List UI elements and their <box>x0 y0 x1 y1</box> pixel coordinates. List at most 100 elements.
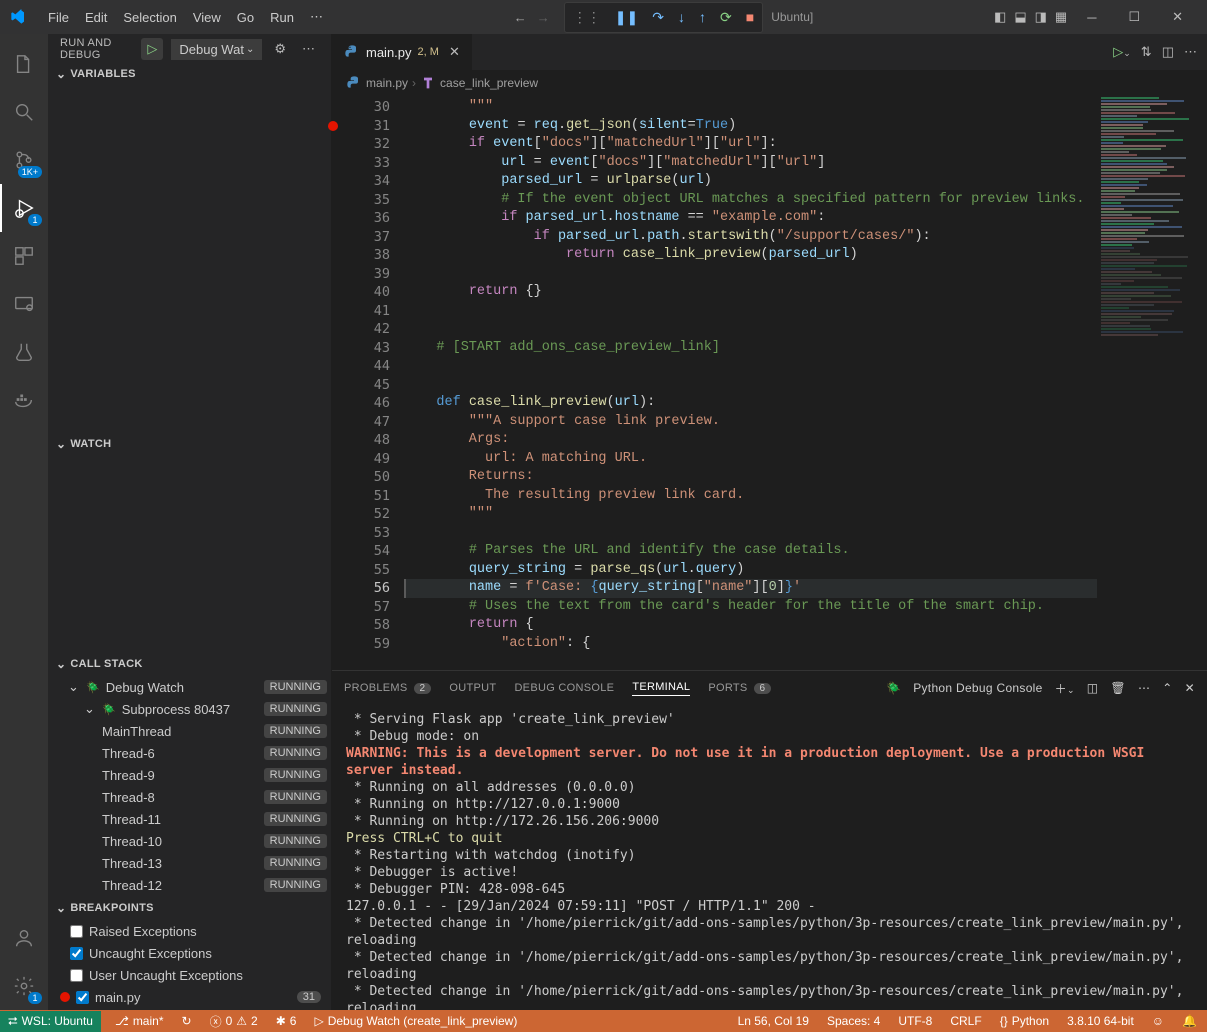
split-terminal-icon[interactable]: ◫ <box>1087 681 1099 695</box>
menu-view[interactable]: View <box>185 4 229 31</box>
watch-header[interactable]: ⌄WATCH <box>48 434 331 454</box>
code-content[interactable]: """ event = req.get_json(silent=True) if… <box>404 96 1097 670</box>
remote-explorer-icon[interactable] <box>0 280 48 328</box>
callstack-row[interactable]: MainThreadRUNNING <box>48 720 331 742</box>
run-play-icon[interactable]: ▷⌄ <box>1113 44 1131 60</box>
step-into-icon[interactable]: ↓ <box>674 5 689 29</box>
bottom-panel: PROBLEMS2 OUTPUT DEBUG CONSOLE TERMINAL … <box>332 670 1207 1010</box>
callstack-row[interactable]: Thread-13RUNNING <box>48 852 331 874</box>
layout-grid-icon[interactable]: ▦ <box>1055 9 1067 25</box>
close-icon[interactable]: ✕ <box>1160 3 1195 31</box>
callstack-row[interactable]: ⌄🪲Subprocess 80437RUNNING <box>48 698 331 720</box>
drag-handle-icon[interactable]: ⋮⋮ <box>569 5 605 30</box>
callstack-row[interactable]: ⌄🪲Debug WatchRUNNING <box>48 676 331 698</box>
callstack-row[interactable]: Thread-6RUNNING <box>48 742 331 764</box>
feedback-icon[interactable]: ☺ <box>1148 1014 1168 1028</box>
kill-terminal-icon[interactable]: 🗑 <box>1110 681 1126 695</box>
remote-indicator[interactable]: ⮂WSL: Ubuntu <box>0 1011 101 1032</box>
menu-run[interactable]: Run <box>262 4 302 31</box>
minimap[interactable] <box>1097 96 1207 670</box>
variables-header[interactable]: ⌄VARIABLES <box>48 64 331 84</box>
menu-file[interactable]: File <box>40 4 77 31</box>
run-debug-icon[interactable]: 1 <box>0 184 48 232</box>
extensions-icon[interactable] <box>0 232 48 280</box>
split-editor-icon[interactable]: ◫ <box>1162 44 1174 60</box>
code-editor[interactable]: 3031323334353637383940414243444546474849… <box>332 96 1207 670</box>
bp-raised[interactable]: Raised Exceptions <box>48 920 331 942</box>
lang-mode[interactable]: {}Python <box>996 1014 1053 1028</box>
panel-close-icon[interactable]: ✕ <box>1185 681 1195 695</box>
accounts-icon[interactable] <box>0 914 48 962</box>
step-out-icon[interactable]: ↑ <box>695 5 710 29</box>
more-icon[interactable]: ⋯ <box>298 39 319 59</box>
menu-edit[interactable]: Edit <box>77 4 115 31</box>
settings-gear-icon[interactable]: 1 <box>0 962 48 1010</box>
chevron-down-icon: ⌄ <box>246 44 254 55</box>
encoding[interactable]: UTF-8 <box>894 1014 936 1028</box>
minimize-icon[interactable]: ─ <box>1075 4 1108 31</box>
tab-more-icon[interactable]: ⋯ <box>1184 44 1197 60</box>
callstack-header[interactable]: ⌄CALL STACK <box>48 654 331 674</box>
menu-overflow-icon[interactable]: ⋯ <box>302 3 331 31</box>
callstack-row[interactable]: Thread-10RUNNING <box>48 830 331 852</box>
python-interpreter[interactable]: 3.8.10 64-bit <box>1063 1014 1138 1028</box>
callstack-row[interactable]: Thread-8RUNNING <box>48 786 331 808</box>
step-over-icon[interactable]: ↷ <box>648 5 668 30</box>
terminal-output[interactable]: * Serving Flask app 'create_link_preview… <box>332 705 1207 1010</box>
diff-icon[interactable]: ⇅ <box>1141 44 1152 60</box>
errors-warnings[interactable]: ⓧ0 ⚠2 <box>206 1013 262 1030</box>
docker-icon[interactable] <box>0 376 48 424</box>
tab-main-py[interactable]: main.py 2, M ✕ <box>332 34 473 70</box>
lint-status[interactable]: ✱6 <box>272 1014 301 1028</box>
nav-back-icon[interactable]: ← <box>514 10 527 25</box>
panel-more-icon[interactable]: ⋯ <box>1138 681 1150 695</box>
start-debug-icon[interactable]: ▷ <box>141 38 163 60</box>
restart-icon[interactable]: ⟳ <box>716 5 736 30</box>
menu-bar: FileEditSelectionViewGoRun <box>40 4 302 31</box>
search-icon[interactable] <box>0 88 48 136</box>
notifications-icon[interactable]: 🔔 <box>1178 1014 1201 1028</box>
bracket-icon: {} <box>1000 1014 1008 1028</box>
callstack-row[interactable]: Thread-9RUNNING <box>48 764 331 786</box>
menu-go[interactable]: Go <box>229 4 262 31</box>
layout-right-icon[interactable]: ◨ <box>1035 9 1047 25</box>
cursor-position[interactable]: Ln 56, Col 19 <box>734 1014 813 1028</box>
git-branch[interactable]: ⎇main* <box>111 1014 168 1028</box>
tab-output[interactable]: OUTPUT <box>449 682 496 694</box>
git-sync[interactable]: ↻ <box>178 1014 196 1028</box>
source-control-icon[interactable]: 1K+ <box>0 136 48 184</box>
stop-icon[interactable]: ■ <box>742 5 758 29</box>
variables-body <box>48 84 331 434</box>
explorer-icon[interactable] <box>0 40 48 88</box>
bp-uncaught[interactable]: Uncaught Exceptions <box>48 942 331 964</box>
bug-icon: 🪲 <box>886 681 901 695</box>
tab-debug-console[interactable]: DEBUG CONSOLE <box>514 682 614 694</box>
debug-config-select[interactable]: Debug Wat ⌄ <box>171 39 262 60</box>
pause-icon[interactable]: ❚❚ <box>611 5 642 30</box>
callstack-row[interactable]: Thread-12RUNNING <box>48 874 331 896</box>
tab-problems[interactable]: PROBLEMS2 <box>344 682 431 694</box>
indentation[interactable]: Spaces: 4 <box>823 1014 884 1028</box>
layout-bottom-icon[interactable]: ⬓ <box>1014 9 1026 25</box>
bp-file[interactable]: main.py31 <box>48 986 331 1008</box>
breadcrumb[interactable]: main.py › case_link_preview <box>332 70 1207 96</box>
tab-ports[interactable]: PORTS6 <box>708 682 771 694</box>
debug-target-status[interactable]: ▷Debug Watch (create_link_preview) <box>310 1014 521 1028</box>
layout-left-icon[interactable]: ◧ <box>994 9 1006 25</box>
breakpoints-header[interactable]: ⌄BREAKPOINTS <box>48 898 331 918</box>
callstack-row[interactable]: Thread-11RUNNING <box>48 808 331 830</box>
debug-settings-gear-icon[interactable]: ⚙ <box>270 39 290 59</box>
eol[interactable]: CRLF <box>946 1014 985 1028</box>
maximize-icon[interactable]: ☐ <box>1116 3 1152 31</box>
menu-selection[interactable]: Selection <box>115 4 184 31</box>
tab-terminal[interactable]: TERMINAL <box>632 681 690 696</box>
chevron-up-icon[interactable]: ⌃ <box>1162 681 1172 695</box>
nav-forward-icon[interactable]: → <box>537 10 550 25</box>
debug-toolbar[interactable]: ⋮⋮ ❚❚ ↷ ↓ ↑ ⟳ ■ <box>564 2 763 33</box>
tab-close-icon[interactable]: ✕ <box>449 44 460 60</box>
bp-user-uncaught[interactable]: User Uncaught Exceptions <box>48 964 331 986</box>
testing-icon[interactable] <box>0 328 48 376</box>
new-terminal-icon[interactable]: ＋⌄ <box>1055 680 1075 697</box>
terminal-title[interactable]: Python Debug Console <box>913 681 1042 695</box>
sidebar-title: RUN AND DEBUG <box>60 37 133 61</box>
